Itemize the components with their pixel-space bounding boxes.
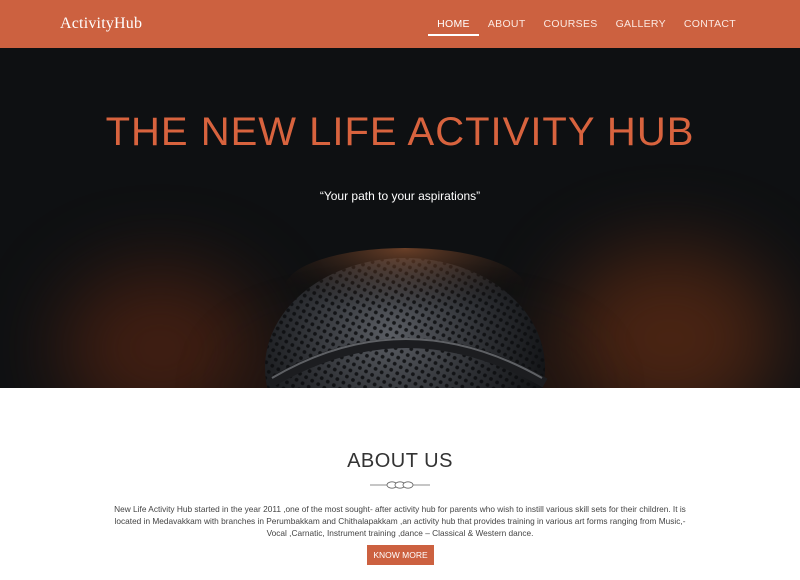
- about-description: New Life Activity Hub started in the yea…: [114, 504, 686, 538]
- nav-courses[interactable]: COURSES: [535, 0, 607, 48]
- microphone-icon: [230, 208, 570, 388]
- brand-logo[interactable]: ActivityHub: [60, 15, 142, 33]
- ornament-divider-icon: [370, 478, 430, 492]
- hero-glow-right: [560, 248, 780, 388]
- hero-subtitle: “Your path to your aspirations”: [319, 189, 481, 203]
- hero-banner: THE NEW LIFE ACTIVITY HUB “Your path to …: [0, 48, 800, 388]
- about-title: ABOUT US: [347, 450, 453, 472]
- nav-about[interactable]: ABOUT: [479, 0, 535, 48]
- hero-title: THE NEW LIFE ACTIVITY HUB: [105, 110, 695, 154]
- main-nav: HOME ABOUT COURSES GALLERY CONTACT: [428, 0, 745, 48]
- know-more-button[interactable]: KNOW MORE: [367, 545, 434, 565]
- nav-gallery[interactable]: GALLERY: [607, 0, 675, 48]
- top-navbar: ActivityHub HOME ABOUT COURSES GALLERY C…: [0, 0, 800, 48]
- nav-home[interactable]: HOME: [428, 0, 479, 48]
- nav-contact[interactable]: CONTACT: [675, 0, 745, 48]
